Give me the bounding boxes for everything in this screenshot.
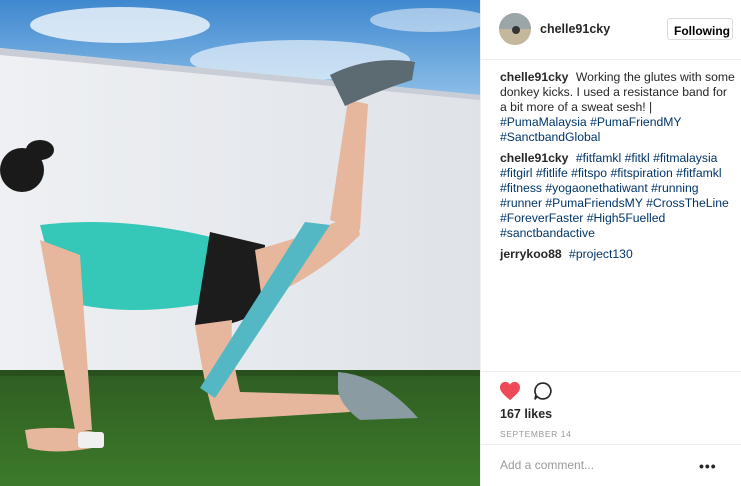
more-options-icon[interactable]: ••• (699, 458, 717, 474)
comment-input[interactable] (500, 455, 700, 475)
hashtag-link[interactable]: #runner (500, 196, 542, 210)
hashtag-link[interactable]: #fitfamkl (576, 151, 621, 165)
hashtag-link[interactable]: #High5Fuelled (587, 211, 666, 225)
hashtag-link[interactable]: #yogaonethatiwant (545, 181, 647, 195)
hashtag-link[interactable]: #fitspiration (610, 166, 672, 180)
hashtag-link[interactable]: #project130 (569, 247, 633, 261)
hashtag-link[interactable]: #fitspo (571, 166, 607, 180)
comment-author[interactable]: chelle91cky (500, 70, 568, 84)
hashtag-link[interactable]: #PumaMalaysia (500, 115, 587, 129)
heart-icon-shape (500, 381, 520, 401)
heart-icon[interactable] (499, 381, 521, 401)
post-modal: chelle91cky Following chelle91cky Workin… (0, 0, 741, 486)
list-item: chelle91cky #fitfamkl #fitkl #fitmalaysi… (500, 151, 736, 241)
hashtag-link[interactable]: #fitlife (536, 166, 568, 180)
hashtag-link[interactable]: #fitfamkl (676, 166, 721, 180)
avatar-image (499, 13, 531, 45)
hashtag-link[interactable]: #ForeverFaster (500, 211, 583, 225)
comment-author[interactable]: chelle91cky (500, 151, 568, 165)
following-button[interactable]: Following (667, 18, 733, 40)
add-comment-bar: ••• (481, 444, 741, 484)
comment-list: chelle91cky Working the glutes with some… (500, 70, 736, 268)
post-date: SEPTEMBER 14 (500, 429, 572, 439)
comment-icon[interactable] (533, 381, 553, 401)
hashtag-link[interactable]: #fitgirl (500, 166, 533, 180)
hashtag-link[interactable]: #SanctbandGlobal (500, 130, 600, 144)
post-sidebar: chelle91cky Following chelle91cky Workin… (480, 0, 741, 486)
hashtag-link[interactable]: #PumaFriendMY (590, 115, 681, 129)
post-username[interactable]: chelle91cky (540, 22, 610, 36)
hashtag-link[interactable]: #PumaFriendsMY (545, 196, 642, 210)
list-item: jerrykoo88 #project130 (500, 247, 736, 262)
hashtag-link[interactable]: #running (651, 181, 698, 195)
avatar[interactable] (499, 13, 531, 45)
hashtag-link[interactable]: #fitness (500, 181, 542, 195)
post-actions: 167 likes SEPTEMBER 14 ••• (481, 371, 741, 483)
photo-illustration (0, 0, 480, 486)
likes-count[interactable]: 167 likes (500, 407, 552, 421)
hashtag-link[interactable]: #fitkl (625, 151, 650, 165)
hashtag-link[interactable]: #CrossTheLine (646, 196, 729, 210)
post-photo[interactable] (0, 0, 480, 486)
hashtag-link[interactable]: #fitmalaysia (653, 151, 717, 165)
hashtag-link[interactable]: #sanctbandactive (500, 226, 595, 240)
post-header: chelle91cky Following (481, 0, 741, 60)
list-item: chelle91cky Working the glutes with some… (500, 70, 736, 145)
comment-author[interactable]: jerrykoo88 (500, 247, 562, 261)
comment-icon-shape (534, 382, 552, 400)
